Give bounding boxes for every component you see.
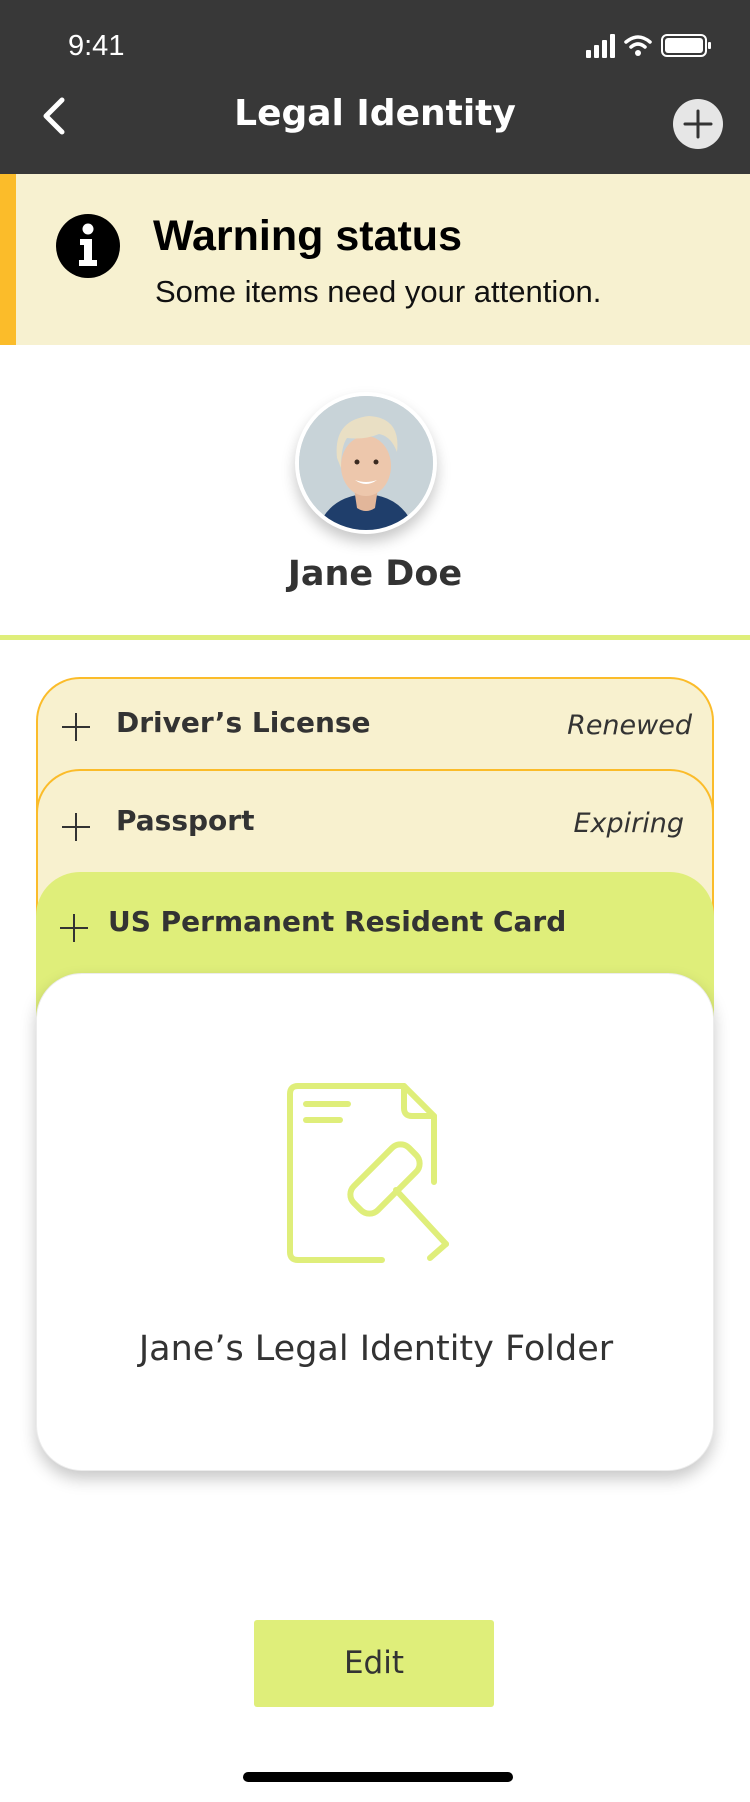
warning-message: Some items need your attention. xyxy=(155,274,602,309)
card-label: Passport xyxy=(116,804,255,837)
wifi-icon xyxy=(624,35,652,56)
section-divider xyxy=(0,635,750,640)
legal-identity-folder-card[interactable]: Jane’s Legal Identity Folder xyxy=(36,973,714,1471)
card-status-renewed: Renewed xyxy=(567,710,692,741)
plus-icon xyxy=(62,813,90,841)
user-name: Jane Doe xyxy=(287,554,463,594)
battery-icon xyxy=(661,34,711,57)
add-button[interactable] xyxy=(673,99,723,149)
plus-circle-icon xyxy=(683,109,713,139)
signal-icon xyxy=(586,34,615,58)
card-label: US Permanent Resident Card xyxy=(108,905,567,938)
folder-title: Jane’s Legal Identity Folder xyxy=(138,1329,614,1369)
plus-icon xyxy=(62,713,90,741)
plus-icon xyxy=(60,914,88,942)
avatar xyxy=(295,392,437,534)
home-indicator xyxy=(243,1772,513,1782)
warning-title: Warning status xyxy=(153,212,462,260)
page-title: Legal Identity xyxy=(234,93,516,134)
card-label: Driver’s License xyxy=(116,706,371,739)
status-icons xyxy=(586,34,711,58)
status-time: 9:41 xyxy=(68,30,125,62)
card-status-expiring: Expiring xyxy=(573,808,684,839)
warning-accent-bar xyxy=(0,174,16,345)
warning-banner: Warning status Some items need your atte… xyxy=(0,174,750,345)
avatar-photo xyxy=(299,396,433,530)
legal-document-gavel-icon xyxy=(287,1083,449,1263)
top-header: 9:41 Legal Identity xyxy=(0,0,750,174)
info-icon xyxy=(56,214,120,278)
edit-button[interactable]: Edit xyxy=(254,1620,494,1707)
